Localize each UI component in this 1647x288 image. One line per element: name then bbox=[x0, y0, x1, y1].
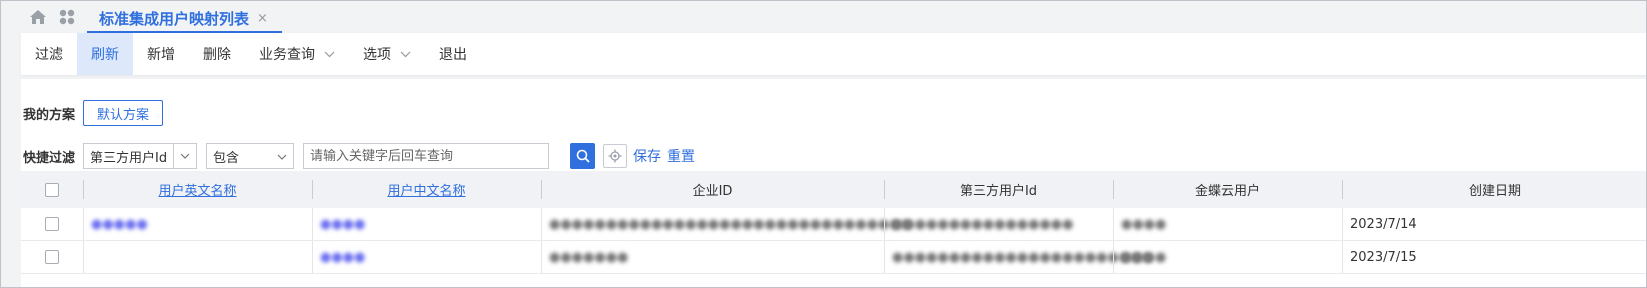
third-id-cell: ●●●●●●●●●●●●●●●● bbox=[884, 208, 1113, 240]
table-header: 用户英文名称 用户中文名称 企业ID 第三方用户Id 金蝶云用户 创建日期 bbox=[21, 171, 1646, 208]
column-header-en-name[interactable]: 用户英文名称 bbox=[83, 171, 312, 208]
filter-operator-select[interactable]: 包含 bbox=[206, 143, 295, 169]
row-select-cell bbox=[21, 208, 83, 240]
cn-name-value: ●●●● bbox=[320, 249, 366, 265]
scheme-row: 我的方案 默认方案 bbox=[23, 100, 164, 126]
add-button-label: 新增 bbox=[147, 47, 175, 63]
filter-operator-value: 包含 bbox=[213, 150, 240, 166]
column-header-created-date: 创建日期 bbox=[1342, 171, 1646, 208]
business-query-menu[interactable]: 业务查询 bbox=[245, 33, 349, 75]
column-header-label: 企业ID bbox=[692, 184, 733, 199]
search-icon bbox=[576, 149, 590, 163]
filter-settings-button[interactable] bbox=[603, 144, 628, 168]
table-row[interactable]: ●●●●● ●●●● ●●●●●●●●●●●●●●●●●●●●●●●●●●●●●… bbox=[21, 208, 1646, 241]
column-header-kingdee-user: 金蝶云用户 bbox=[1113, 171, 1342, 208]
add-button[interactable]: 新增 bbox=[133, 33, 189, 75]
apps-icon[interactable] bbox=[59, 9, 75, 25]
column-header-third-party-id: 第三方用户Id bbox=[884, 171, 1113, 208]
options-label: 选项 bbox=[363, 47, 391, 63]
delete-button[interactable]: 删除 bbox=[189, 33, 245, 75]
cn-name-cell: ●●●● bbox=[312, 241, 541, 273]
window: 标准集成用户映射列表 × 过滤 刷新 新增 删除 业务查询 选项 退出 我的方案… bbox=[0, 0, 1647, 288]
cn-name-value: ●●●● bbox=[320, 216, 366, 232]
created-date-value: 2023/7/14 bbox=[1350, 216, 1417, 232]
exit-button-label: 退出 bbox=[439, 47, 467, 63]
third-id-value: ●●●●●●●●●●●●●●●● bbox=[892, 216, 1074, 232]
user-mapping-table: 用户英文名称 用户中文名称 企业ID 第三方用户Id 金蝶云用户 创建日期 ●●… bbox=[21, 171, 1646, 274]
tab-title: 标准集成用户映射列表 bbox=[99, 9, 250, 28]
en-name-cell: ●●●●● bbox=[83, 208, 312, 240]
refresh-button-label: 刷新 bbox=[91, 47, 119, 63]
column-header-corp-id: 企业ID bbox=[541, 171, 884, 208]
filter-button[interactable]: 过滤 bbox=[21, 33, 77, 75]
row-checkbox[interactable] bbox=[45, 250, 59, 264]
filter-button-label: 过滤 bbox=[35, 47, 63, 63]
kingdee-user-cell: ●●●● bbox=[1113, 208, 1342, 240]
scheme-label: 我的方案 bbox=[23, 107, 76, 123]
select-all-checkbox[interactable] bbox=[45, 182, 59, 197]
quick-filter-label: 快捷过滤 bbox=[23, 150, 76, 166]
tab-user-mapping[interactable]: 标准集成用户映射列表 × bbox=[87, 5, 282, 33]
home-icon[interactable] bbox=[29, 9, 47, 25]
corp-id-cell: ●●●●●●●●●●●●●●●●●●●●●●●●●●●●●●●● bbox=[541, 208, 912, 240]
tab-bar: 标准集成用户映射列表 × bbox=[1, 1, 1646, 33]
en-name-cell bbox=[83, 241, 312, 273]
chevron-down-icon bbox=[271, 150, 287, 163]
business-query-label: 业务查询 bbox=[259, 47, 315, 63]
column-header-label: 用户中文名称 bbox=[387, 184, 466, 199]
reset-link[interactable]: 重置 bbox=[667, 146, 695, 166]
close-icon[interactable]: × bbox=[257, 11, 268, 26]
toolbar: 过滤 刷新 新增 删除 业务查询 选项 退出 bbox=[21, 33, 1646, 75]
quick-filter-row: 快捷过滤 第三方用户Id 包含 请输入关键字后回车查询 保存 重置 bbox=[23, 143, 695, 169]
column-header-label: 用户英文名称 bbox=[158, 184, 237, 199]
corp-id-value: ●●●●●●● bbox=[549, 249, 629, 265]
column-header-label: 创建日期 bbox=[1468, 184, 1521, 199]
created-date-value: 2023/7/15 bbox=[1350, 249, 1417, 265]
search-input[interactable] bbox=[303, 143, 550, 169]
row-select-cell bbox=[21, 241, 83, 273]
settings-icon bbox=[608, 149, 622, 163]
created-date-cell: 2023/7/14 bbox=[1342, 208, 1646, 240]
table-row[interactable]: ●●●● ●●●●●●● ●●●●●●●●●●●●●●●●●●●●●●● ●●●… bbox=[21, 241, 1646, 274]
filter-field-value: 第三方用户Id bbox=[90, 150, 168, 166]
refresh-button[interactable]: 刷新 bbox=[77, 33, 133, 75]
chevron-down-icon bbox=[324, 51, 335, 57]
column-header-label: 金蝶云用户 bbox=[1194, 184, 1260, 199]
content-panel: 我的方案 默认方案 快捷过滤 第三方用户Id 包含 请输入关键字后回车查询 保存… bbox=[21, 79, 1646, 287]
cn-name-cell: ●●●● bbox=[312, 208, 541, 240]
row-checkbox[interactable] bbox=[45, 217, 59, 231]
created-date-cell: 2023/7/15 bbox=[1342, 241, 1646, 273]
third-id-cell: ●●●●●●●●●●●●●●●●●●●●●●● bbox=[884, 241, 1153, 273]
kingdee-user-value: ●●●● bbox=[1121, 216, 1167, 232]
column-header-label: 第三方用户Id bbox=[959, 184, 1038, 199]
select-all-cell bbox=[21, 171, 83, 208]
chevron-down-icon bbox=[400, 51, 411, 57]
filter-field-select[interactable]: 第三方用户Id bbox=[83, 143, 198, 169]
exit-button[interactable]: 退出 bbox=[425, 33, 481, 75]
corp-id-value: ●●●●●●●●●●●●●●●●●●●●●●●●●●●●●●●● bbox=[549, 216, 912, 232]
corp-id-cell: ●●●●●●● bbox=[541, 241, 884, 273]
en-name-value: ●●●●● bbox=[91, 216, 148, 232]
kingdee-user-value: ●●●● bbox=[1121, 249, 1167, 265]
delete-button-label: 删除 bbox=[203, 47, 231, 63]
kingdee-user-cell: ●●●● bbox=[1113, 241, 1342, 273]
options-menu[interactable]: 选项 bbox=[349, 33, 425, 75]
default-scheme-button[interactable]: 默认方案 bbox=[83, 100, 164, 126]
search-button[interactable] bbox=[570, 143, 596, 169]
column-header-cn-name[interactable]: 用户中文名称 bbox=[312, 171, 541, 208]
save-link[interactable]: 保存 bbox=[633, 146, 661, 166]
chevron-down-icon bbox=[173, 144, 190, 168]
